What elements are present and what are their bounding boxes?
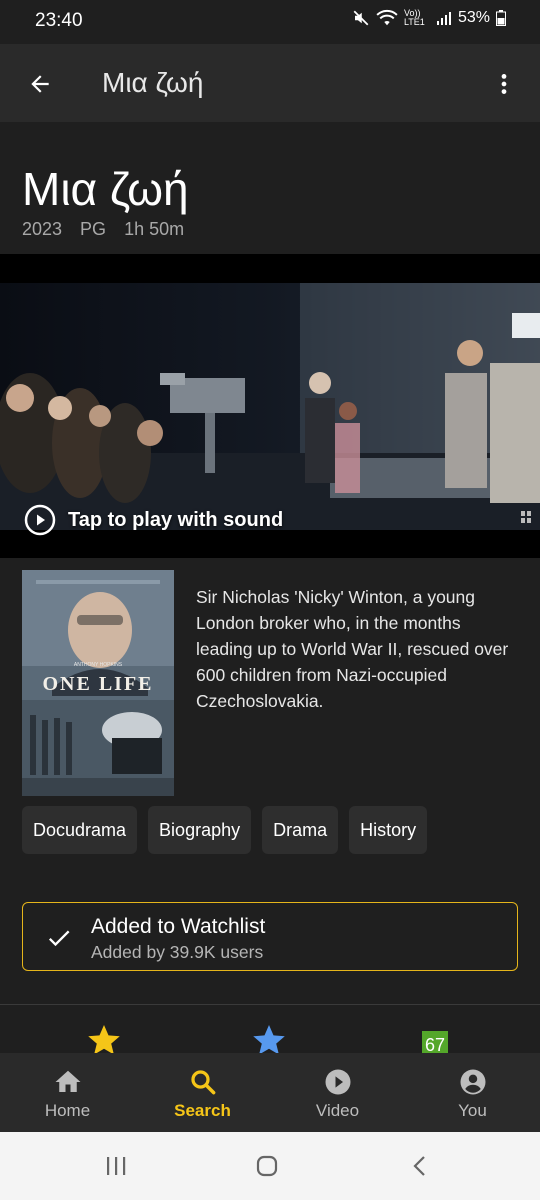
app-bar-title: Μια ζωή xyxy=(102,67,204,98)
runtime: 1h 50m xyxy=(124,219,185,239)
trailer-video[interactable]: Tap to play with sound xyxy=(0,254,540,558)
bottom-navigation: Home Search Video You xyxy=(0,1053,540,1132)
account-icon xyxy=(460,1069,485,1095)
genre-chip-drama[interactable]: Drama xyxy=(262,806,339,854)
poster-actor-text: ANTHONY HOPKINS xyxy=(74,662,123,668)
video-frame-image xyxy=(0,283,540,530)
network-label: Vo)) LTE1 xyxy=(403,8,425,27)
wifi-icon xyxy=(376,9,398,27)
status-icons: Vo)) LTE1 53% xyxy=(352,9,506,27)
battery-percent: 53% xyxy=(457,9,490,26)
play-with-sound-label: Tap to play with sound xyxy=(68,508,284,531)
watchlist-title: Added to Watchlist xyxy=(91,915,266,938)
nav-item-home[interactable]: Home xyxy=(0,1053,135,1132)
arrow-left-icon xyxy=(31,75,49,93)
your-rating-star-icon[interactable] xyxy=(251,1022,287,1053)
movie-meta: 2023 PG 1h 50m xyxy=(22,219,184,240)
pip-icon[interactable] xyxy=(520,510,532,524)
nav-label-video: Video xyxy=(315,1101,360,1120)
system-navigation-bar xyxy=(0,1132,540,1200)
play-circle-icon xyxy=(325,1069,350,1095)
page-title: Μια ζωή xyxy=(22,163,189,215)
nav-label-you: You xyxy=(458,1101,487,1120)
metascore-badge[interactable]: 67 xyxy=(422,1031,448,1053)
genre-chip-biography[interactable]: Biography xyxy=(148,806,252,854)
content-rating: PG xyxy=(80,219,107,239)
nav-item-you[interactable]: You xyxy=(405,1053,540,1132)
watchlist-count: Added by 39.9K users xyxy=(91,942,264,962)
more-options-button[interactable] xyxy=(486,66,522,102)
nav-label-home: Home xyxy=(44,1101,91,1120)
play-circle-icon xyxy=(24,504,56,536)
genre-chip-history[interactable]: History xyxy=(349,806,428,854)
back-nav-icon[interactable] xyxy=(408,1154,432,1178)
movie-poster[interactable]: ANTHONY HOPKINS ONE LIFE xyxy=(22,570,174,796)
release-year: 2023 xyxy=(22,219,63,239)
plot-summary: Sir Nicholas 'Nicky' Winton, a young Lon… xyxy=(196,587,509,711)
checkmark-icon xyxy=(48,930,70,947)
overview-section: ANTHONY HOPKINS ONE LIFE Sir Nicholas 'N… xyxy=(0,558,540,898)
play-overlay[interactable]: Tap to play with sound xyxy=(24,504,283,536)
poster-title-text: ONE LIFE xyxy=(42,673,153,695)
home-button-icon[interactable] xyxy=(255,1154,279,1178)
mute-icon xyxy=(352,9,370,27)
imdb-rating-star-icon[interactable] xyxy=(86,1022,122,1053)
genre-chip-docudrama[interactable]: Docudrama xyxy=(22,806,138,854)
genre-chips: Docudrama Biography Drama History xyxy=(22,806,428,854)
nav-item-video[interactable]: Video xyxy=(270,1053,405,1132)
nav-label-search: Search xyxy=(174,1101,231,1120)
signal-icon xyxy=(436,10,452,26)
battery-icon xyxy=(496,10,506,26)
watchlist-button[interactable]: Added to Watchlist Added by 39.9K users xyxy=(22,902,518,971)
back-button[interactable] xyxy=(22,66,58,102)
status-time: 23:40 xyxy=(35,10,83,31)
search-icon xyxy=(190,1070,215,1095)
nav-item-search[interactable]: Search xyxy=(135,1053,270,1132)
home-icon xyxy=(55,1070,80,1092)
app-bar: Μια ζωή xyxy=(0,44,540,122)
recent-apps-icon[interactable] xyxy=(104,1154,128,1178)
ratings-row: 67 xyxy=(0,1005,540,1053)
title-section: Μια ζωή 2023 PG 1h 50m xyxy=(0,122,540,254)
status-bar: 23:40 Vo)) LTE1 53% xyxy=(0,0,540,44)
more-vert-icon xyxy=(501,74,507,94)
